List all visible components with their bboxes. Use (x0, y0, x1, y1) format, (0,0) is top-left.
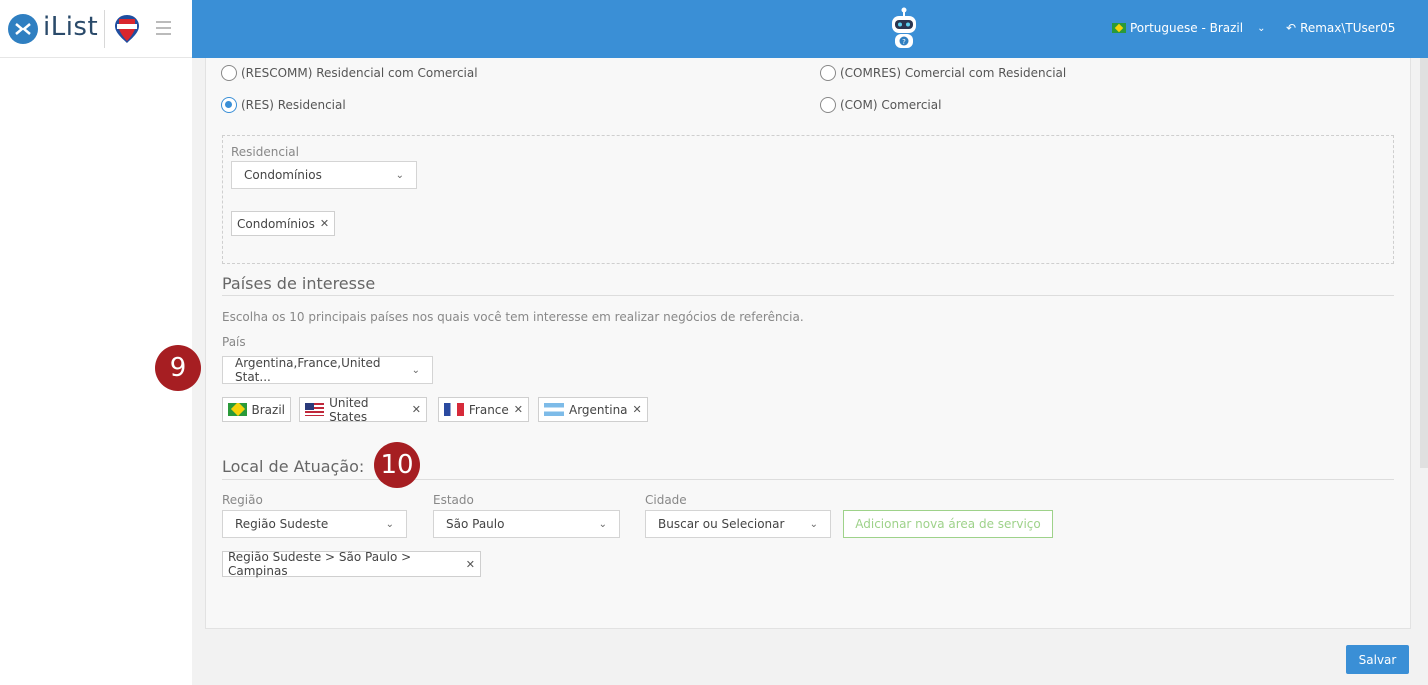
remove-tag-icon[interactable]: ✕ (412, 403, 421, 416)
state-select[interactable]: São Paulo ⌄ (433, 510, 620, 538)
language-selector[interactable]: Portuguese - Brazil ⌄ (1112, 21, 1265, 35)
radio-label: (RESCOMM) Residencial com Comercial (241, 66, 478, 80)
radio-button[interactable] (221, 65, 237, 81)
reply-arrow-icon: ↶ (1286, 21, 1297, 35)
region-label: Região (222, 493, 263, 507)
residencial-select[interactable]: Condomínios ⌄ (231, 161, 417, 189)
remove-tag-icon[interactable]: ✕ (466, 558, 475, 571)
city-label: Cidade (645, 493, 687, 507)
remove-tag-icon[interactable]: ✕ (633, 403, 642, 416)
radio-rescomm[interactable]: (RESCOMM) Residencial com Comercial (221, 65, 478, 81)
chevron-down-icon: ⌄ (598, 518, 607, 530)
svg-text:?: ? (902, 38, 906, 46)
tag-label: Região Sudeste > São Paulo > Campinas (228, 550, 412, 578)
location-tag: Região Sudeste > São Paulo > Campinas ✕ (222, 550, 481, 578)
argentina-flag-icon (544, 403, 564, 416)
city-select[interactable]: Buscar ou Selecionar ⌄ (645, 510, 831, 538)
step-badge-9: 9 (155, 345, 201, 391)
radio-res[interactable]: (RES) Residencial (221, 97, 346, 113)
logo-divider (104, 10, 105, 48)
country-tag-france: France ✕ (438, 397, 529, 422)
hamburger-menu-icon[interactable] (156, 21, 171, 35)
robot-assistant-icon[interactable]: ? (886, 6, 922, 55)
step-badge-10: 10 (374, 442, 420, 488)
radio-comres[interactable]: (COMRES) Comercial com Residencial (820, 65, 1066, 81)
residencial-tag: Condomínios ✕ (231, 211, 336, 236)
radio-button-checked[interactable] (221, 97, 237, 113)
radio-label: (RES) Residencial (241, 98, 346, 112)
countries-hint: Escolha os 10 principais países nos quai… (222, 310, 804, 324)
tag-label: Argentina (569, 402, 628, 417)
chevron-down-icon: ⌄ (385, 518, 394, 530)
chevron-down-icon: ⌄ (1257, 22, 1266, 34)
radio-label: (COMRES) Comercial com Residencial (840, 66, 1067, 80)
state-label: Estado (433, 493, 474, 507)
country-tag-argentina: Argentina ✕ (538, 397, 648, 422)
brazil-flag-icon (1112, 23, 1126, 33)
radio-label: (COM) Comercial (840, 98, 942, 112)
tag-label: France (468, 402, 509, 417)
countries-title: Países de interesse (222, 274, 376, 293)
radio-com[interactable]: (COM) Comercial (820, 97, 941, 113)
select-value: São Paulo (446, 517, 505, 531)
select-value: Condomínios (244, 168, 322, 182)
user-name: Remax\TUser05 (1300, 21, 1396, 35)
select-value: Buscar ou Selecionar (658, 517, 785, 531)
brand-area: iList (0, 0, 192, 58)
select-value: Região Sudeste (235, 517, 329, 531)
region-select[interactable]: Região Sudeste ⌄ (222, 510, 407, 538)
tag-label: Condomínios (237, 216, 315, 231)
chevron-down-icon: ⌄ (809, 518, 818, 530)
tag-label: United States (329, 395, 369, 424)
remove-tag-icon[interactable]: ✕ (320, 217, 329, 230)
remax-balloon-icon (114, 14, 140, 47)
user-menu[interactable]: ↶ Remax\TUser05 (1286, 21, 1395, 35)
tag-label: Brazil (251, 402, 286, 417)
country-field-label: País (222, 335, 246, 349)
usa-flag-icon (305, 403, 325, 416)
save-button[interactable]: Salvar (1346, 645, 1409, 674)
top-header: ? Portuguese - Brazil ⌄ ↶ Remax\TUser05 (192, 0, 1428, 58)
brazil-flag-icon (228, 403, 247, 416)
country-tag-brazil: Brazil (222, 397, 291, 422)
country-tag-united-states: United States ✕ (299, 395, 427, 424)
section-divider (222, 295, 1394, 296)
language-label: Portuguese - Brazil (1130, 21, 1244, 35)
chevron-down-icon: ⌄ (395, 169, 404, 181)
ilist-logo-icon (8, 14, 38, 44)
select-value: Argentina,France,United Stat... (235, 356, 381, 384)
france-flag-icon (444, 403, 464, 416)
radio-button[interactable] (820, 65, 836, 81)
add-service-area-button[interactable]: Adicionar nova área de serviço (843, 510, 1053, 538)
location-title: Local de Atuação: (222, 457, 365, 476)
chevron-down-icon: ⌄ (411, 364, 420, 376)
country-select[interactable]: Argentina,France,United Stat... ⌄ (222, 356, 433, 384)
app-name: iList (43, 12, 99, 42)
remove-tag-icon[interactable]: ✕ (514, 403, 523, 416)
scrollbar[interactable] (1420, 58, 1428, 468)
radio-button[interactable] (820, 97, 836, 113)
residencial-label: Residencial (231, 145, 299, 159)
residencial-box (222, 135, 1394, 264)
